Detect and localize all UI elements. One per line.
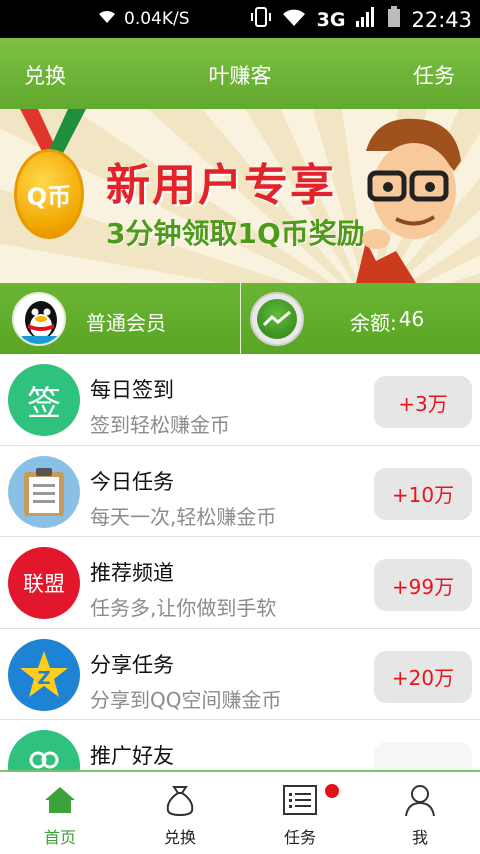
qcoin-medal-icon: Q币: [14, 149, 84, 239]
app-header: 兑换 叶赚客 任务: [0, 38, 480, 109]
task-name: 今日任务: [90, 469, 174, 494]
tab-exchange[interactable]: 兑换: [120, 772, 240, 854]
reward-button[interactable]: +20万: [374, 650, 472, 703]
tab-label: 首页: [43, 828, 76, 847]
cartoon-man-icon: [356, 118, 461, 283]
balance-value: 46: [398, 307, 425, 331]
reward-button[interactable]: +99万: [374, 559, 472, 611]
task-row-recommend[interactable]: 联盟 推荐频道 任务多,让你做到手软 +99万: [0, 537, 480, 629]
tab-tasks[interactable]: 任务: [240, 772, 360, 854]
qq-avatar[interactable]: [12, 292, 66, 346]
task-list: 签 每日签到 签到轻松赚金币 +3万 今日任务 每天一次,轻松赚金币 +10万 …: [0, 354, 480, 770]
reward-button[interactable]: +3万: [374, 376, 472, 428]
task-desc: 分享到QQ空间赚金币: [90, 687, 282, 712]
task-name: 推广好友: [90, 744, 174, 768]
app-title: 叶赚客: [208, 64, 272, 88]
user-icon: [402, 782, 438, 818]
notification-badge: [325, 784, 339, 798]
task-name: 推荐频道: [90, 561, 174, 585]
member-level: 普通会员: [86, 311, 166, 335]
strip-divider: [240, 283, 241, 354]
home-icon: [42, 782, 78, 818]
tasks-button[interactable]: 任务: [413, 60, 455, 90]
tab-label: 任务: [283, 828, 316, 847]
task-row-share[interactable]: Z 分享任务 分享到QQ空间赚金币 +20万: [0, 629, 480, 720]
tab-label: 兑换: [163, 828, 196, 847]
task-name: 分享任务: [90, 652, 174, 677]
qq-penguin-icon: [20, 301, 62, 344]
qzone-star-icon: Z: [8, 638, 80, 711]
wifi-signal-icon: [281, 7, 307, 32]
status-left: 0.04K/S: [96, 8, 190, 29]
task-list-icon: [282, 782, 318, 818]
member-strip: 普通会员 余额: 46: [0, 283, 480, 354]
svg-text:Z: Z: [37, 668, 50, 689]
battery-icon: [387, 6, 401, 33]
task-row-daily-checkin[interactable]: 签 每日签到 签到轻松赚金币 +3万: [0, 354, 480, 446]
alliance-icon: 联盟: [8, 547, 80, 619]
promo-banner[interactable]: Q币 新用户专享 3分钟领取1Q币奖励: [0, 109, 480, 283]
task-desc: 签到轻松赚金币: [90, 413, 230, 437]
banner-title: 新用户专享: [106, 160, 336, 211]
banner-subtitle: 3分钟领取1Q币奖励: [106, 217, 365, 250]
status-bar: 0.04K/S 3G 22:43: [0, 0, 480, 38]
network-speed: 0.04K/S: [124, 8, 190, 29]
signal-bars-icon: [355, 6, 377, 33]
reward-button[interactable]: [374, 742, 472, 770]
checkin-icon: 签: [8, 364, 80, 436]
status-right: 3G 22:43: [250, 6, 472, 33]
money-bag-icon: [162, 782, 198, 818]
tab-me[interactable]: 我: [360, 772, 480, 854]
wifi-icon: [96, 8, 118, 29]
friends-icon: [8, 730, 80, 770]
clock: 22:43: [411, 7, 472, 32]
bottom-tab-bar: 首页 兑换 任务 我: [0, 770, 480, 854]
vibrate-icon: [250, 6, 271, 33]
network-type: 3G: [316, 8, 346, 31]
stats-button[interactable]: [250, 292, 304, 346]
tab-home[interactable]: 首页: [0, 772, 120, 854]
task-name: 每日签到: [90, 378, 174, 402]
tab-label: 我: [411, 828, 428, 847]
trend-chart-icon: [257, 299, 297, 339]
task-desc: 任务多,让你做到手软: [90, 596, 277, 620]
reward-button[interactable]: +10万: [374, 467, 472, 520]
balance-display: 余额: 46: [350, 307, 424, 336]
task-desc: 每天一次,轻松赚金币: [90, 504, 277, 529]
clipboard-icon: [8, 455, 80, 528]
task-row-invite[interactable]: 推广好友: [0, 720, 480, 770]
task-row-today[interactable]: 今日任务 每天一次,轻松赚金币 +10万: [0, 446, 480, 537]
balance-label: 余额:: [350, 311, 397, 335]
